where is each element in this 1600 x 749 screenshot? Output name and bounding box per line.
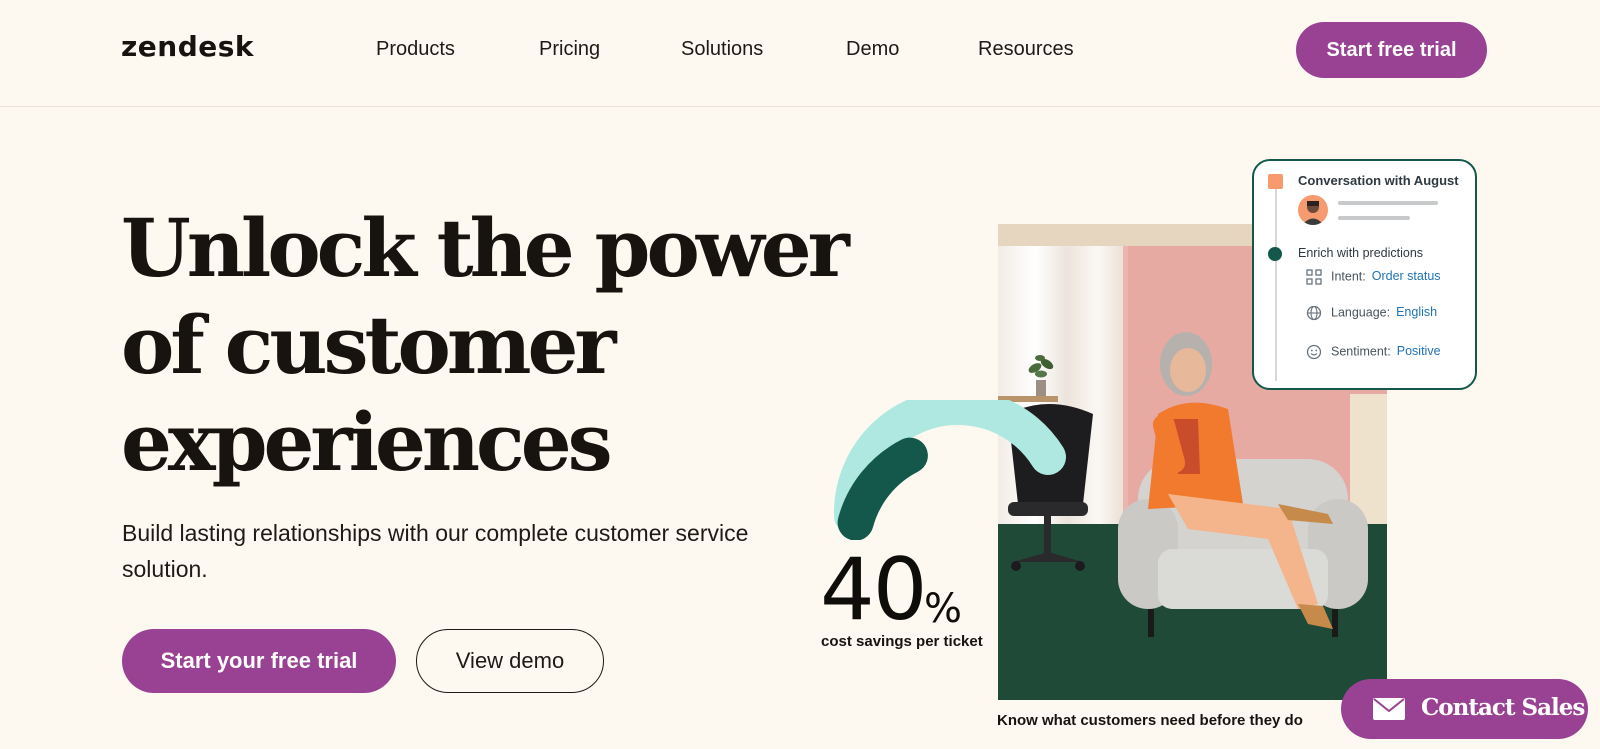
nav-products[interactable]: Products	[376, 38, 455, 61]
hero-title-line-2: of customer	[121, 298, 617, 392]
view-demo-button[interactable]: View demo	[416, 629, 604, 693]
savings-gauge	[834, 400, 1066, 540]
stat-number: 40	[820, 540, 927, 640]
avatar	[1298, 195, 1328, 225]
photo-caption: Know what customers need before they do	[997, 712, 1303, 729]
conversation-title: Conversation with August	[1298, 173, 1459, 188]
intent-row: Intent: Order status	[1306, 269, 1441, 287]
message-placeholder-line	[1338, 201, 1438, 205]
message-placeholder-line	[1338, 216, 1410, 220]
language-value: English	[1396, 305, 1438, 320]
zendesk-logo[interactable]: zendesk	[121, 30, 254, 63]
nav-pricing[interactable]: Pricing	[539, 38, 600, 61]
nav-demo[interactable]: Demo	[846, 38, 899, 61]
hero-title: Unlock the power of customer experiences	[121, 200, 850, 491]
stat-label: cost savings per ticket	[821, 633, 983, 650]
language-row: Language: English	[1306, 305, 1437, 323]
sentiment-row: Sentiment: Positive	[1306, 344, 1441, 362]
globe-icon	[1306, 305, 1322, 321]
sentiment-value: Positive	[1396, 344, 1441, 359]
language-label: Language:	[1331, 305, 1391, 320]
contact-sales-label: Contact Sales	[1421, 694, 1585, 721]
enrich-marker	[1268, 247, 1282, 261]
intent-label: Intent:	[1331, 269, 1366, 284]
conversation-marker	[1268, 174, 1283, 189]
grid-icon	[1306, 269, 1322, 285]
start-free-trial-button[interactable]: Start free trial	[1296, 22, 1487, 78]
conversation-card: Conversation with August Enrich with pre…	[1252, 159, 1477, 390]
hero-title-line-3: experiences	[121, 395, 613, 489]
mail-icon	[1373, 698, 1405, 720]
stat-unit: %	[924, 586, 963, 632]
enrich-label: Enrich with predictions	[1298, 246, 1424, 260]
nav-resources[interactable]: Resources	[978, 38, 1074, 61]
start-your-free-trial-button[interactable]: Start your free trial	[122, 629, 396, 693]
contact-sales-button[interactable]: Contact Sales	[1341, 679, 1588, 739]
card-timeline	[1275, 183, 1277, 381]
smile-icon	[1306, 344, 1322, 360]
nav-solutions[interactable]: Solutions	[681, 38, 763, 61]
hero-title-line-1: Unlock the power	[121, 201, 850, 295]
intent-value: Order status	[1371, 269, 1441, 284]
site-header: zendesk Products Pricing Solutions Demo …	[0, 0, 1600, 107]
sentiment-label: Sentiment:	[1331, 344, 1391, 359]
hero-subtitle: Build lasting relationships with our com…	[122, 520, 749, 582]
